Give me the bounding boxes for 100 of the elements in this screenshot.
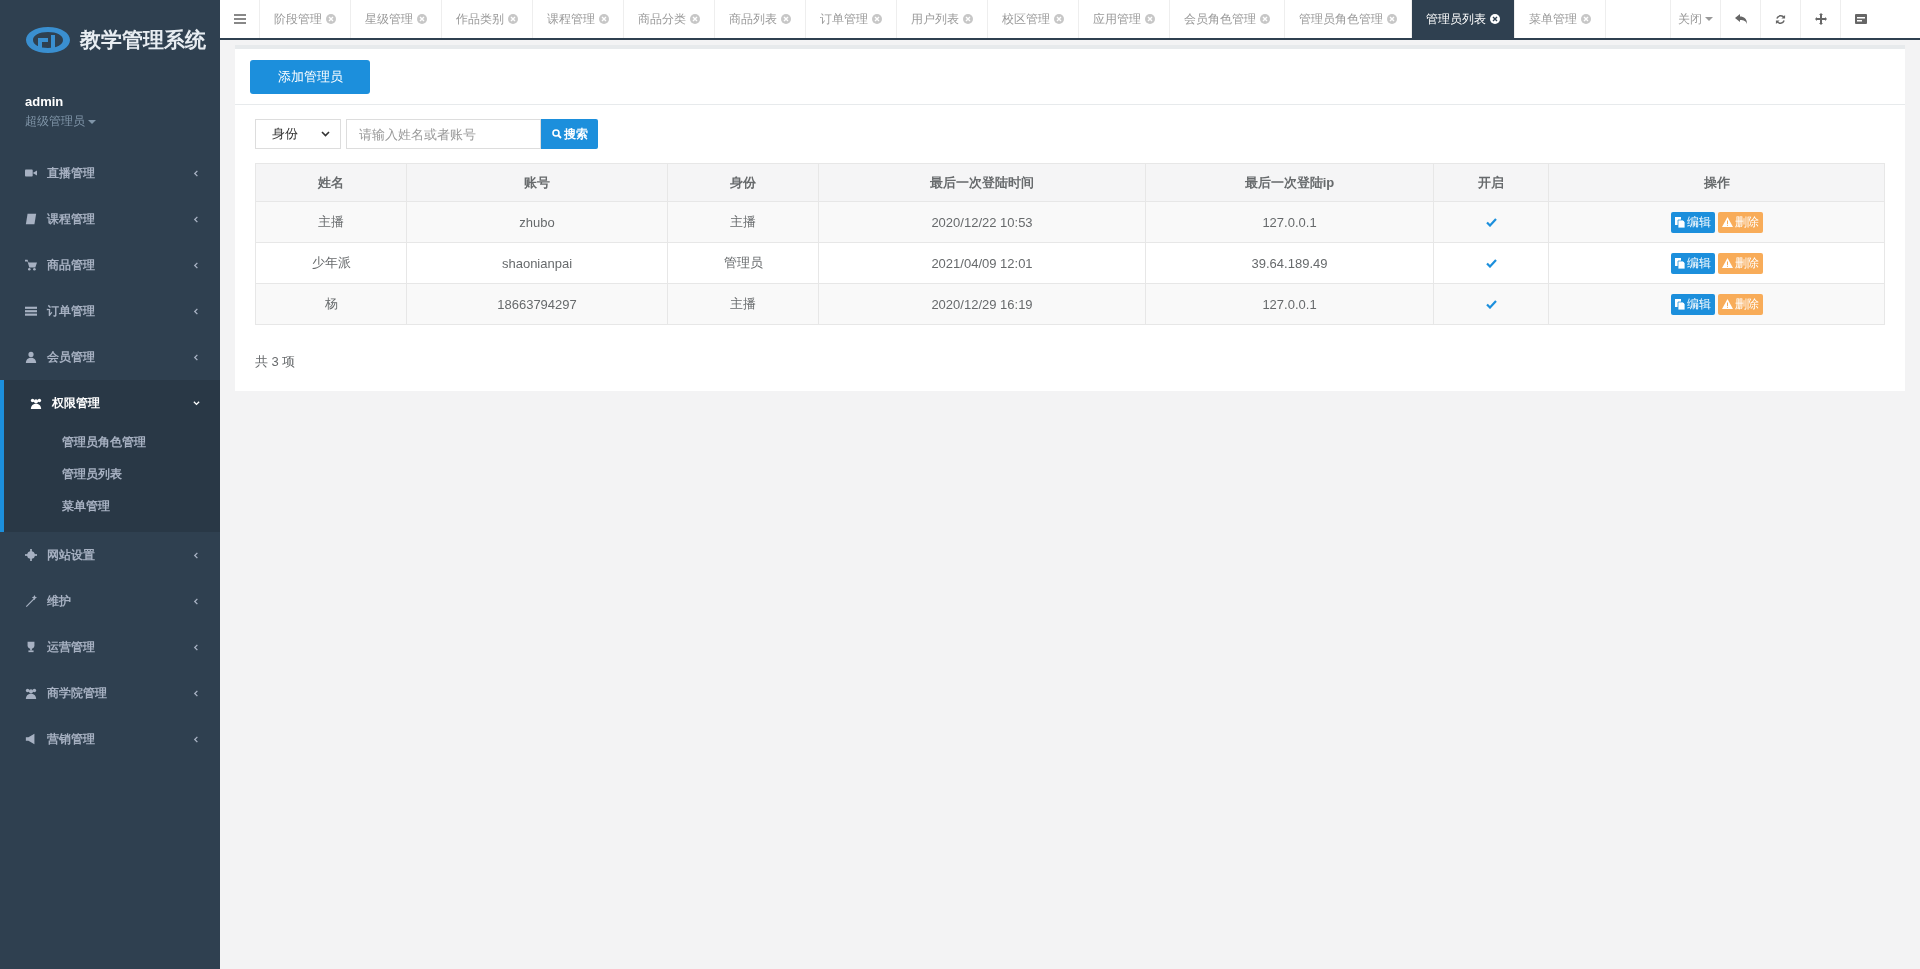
column-header: 最后一次登陆时间 [818,163,1146,202]
menu-item[interactable]: 商学院管理 [0,670,220,716]
menu-item[interactable]: 权限管理 [0,380,220,426]
chevron-icon [193,597,200,605]
copy-icon [1674,216,1685,228]
menu-item[interactable]: 运营管理 [0,624,220,670]
page-tab[interactable]: 用户列表 [897,0,988,38]
submenu-item[interactable]: 管理员角色管理 [4,426,220,458]
menu-item[interactable]: 直播管理 [0,150,220,196]
submenu-item[interactable]: 菜单管理 [4,490,220,522]
page-tab[interactable]: 会员角色管理 [1170,0,1285,38]
menu-item[interactable]: 会员管理 [0,334,220,380]
logo-icon [24,25,72,55]
users-icon [30,397,42,409]
menu-icon [233,14,246,24]
video-icon [25,167,37,179]
page-tab[interactable]: 菜单管理 [1515,0,1606,38]
user-name: admin [25,94,65,109]
table-cell: 18663794297 [406,283,668,325]
delete-button[interactable]: 删除 [1717,252,1763,274]
close-icon [781,14,791,24]
close-icon [417,14,427,24]
close-icon [1581,14,1591,24]
reply-arrow-icon [1734,14,1747,24]
table-cell: 主播 [667,283,819,325]
search-field[interactable]: 请输入姓名或者账号 [346,119,541,149]
user-role-dropdown[interactable]: 超级管理员 [25,113,96,130]
menu-item[interactable]: 订单管理 [0,288,220,334]
close-icon [326,14,336,24]
table-cell: zhubo [406,201,668,243]
submenu-item[interactable]: 管理员列表 [4,458,220,490]
chevron-icon [193,735,200,743]
edit-button[interactable]: 编辑 [1670,211,1715,233]
column-header: 最后一次登陆ip [1145,163,1434,202]
column-header: 身份 [667,163,819,202]
table-cell: shaonianpai [406,242,668,284]
close-icon [1490,14,1500,24]
close-icon [1145,14,1155,24]
page-tab[interactable]: 星级管理 [351,0,442,38]
close-icon [599,14,609,24]
total-count: 共 3 项 [255,353,297,371]
cart-icon [25,259,37,271]
add-admin-button[interactable]: 添加管理员 [250,60,370,94]
edit-button[interactable]: 编辑 [1670,252,1715,274]
menu-item[interactable]: 维护 [0,578,220,624]
chevron-icon [193,643,200,651]
page-tab[interactable]: 订单管理 [806,0,897,38]
menu-item[interactable]: 营销管理 [0,716,220,762]
close-icon [690,14,700,24]
close-icon [1260,14,1270,24]
table-cell: 2020/12/29 16:19 [818,283,1146,325]
wand-icon [25,595,37,607]
table-cell: 管理员 [667,242,819,284]
page-tab[interactable]: 管理员列表 [1412,0,1515,38]
page-tab[interactable]: 商品分类 [624,0,715,38]
page-tab[interactable]: 商品列表 [715,0,806,38]
chevron-icon [193,261,200,269]
menu-item[interactable]: 课程管理 [0,196,220,242]
close-icon [872,14,882,24]
page-tab[interactable]: 课程管理 [533,0,624,38]
chevron-icon [193,353,200,361]
page-tab[interactable]: 应用管理 [1079,0,1170,38]
close-icon [1054,14,1064,24]
column-header: 操作 [1548,163,1885,202]
search-button[interactable]: 搜索 [541,119,598,149]
chevron-icon [193,307,200,315]
refresh-icon [1775,13,1786,25]
table-cell: 39.64.189.49 [1145,242,1434,284]
chevron-icon [193,399,200,407]
bullhorn-icon [25,733,37,745]
chevron-down-icon [321,131,330,137]
close-icon [508,14,518,24]
page-tab[interactable]: 阶段管理 [260,0,351,38]
role-select[interactable]: 身份 [255,119,341,149]
table-cell: 主播 [255,201,407,243]
app-title: 教学管理系统 [80,27,206,53]
column-header: 姓名 [255,163,407,202]
edit-button[interactable]: 编辑 [1670,293,1715,315]
users-icon [25,687,37,699]
chevron-icon [193,689,200,697]
table-cell: 127.0.0.1 [1145,283,1434,325]
table-cell: 杨 [255,283,407,325]
user-icon [25,351,37,363]
delete-button[interactable]: 删除 [1717,211,1763,233]
warning-icon [1721,299,1733,309]
warning-icon [1721,217,1733,227]
menu-item[interactable]: 网站设置 [0,532,220,578]
chevron-icon [193,551,200,559]
panel-icon [1854,14,1867,24]
close-icon [1387,14,1397,24]
warning-icon [1721,258,1733,268]
table-cell: 127.0.0.1 [1145,201,1434,243]
search-icon [551,129,562,139]
move-arrows-icon [1814,13,1827,25]
list-icon [25,305,37,317]
trophy-icon [25,641,37,653]
menu-item[interactable]: 商品管理 [0,242,220,288]
delete-button[interactable]: 删除 [1717,293,1763,315]
page-tab[interactable]: 校区管理 [988,0,1079,38]
page-tab[interactable]: 作品类别 [442,0,533,38]
